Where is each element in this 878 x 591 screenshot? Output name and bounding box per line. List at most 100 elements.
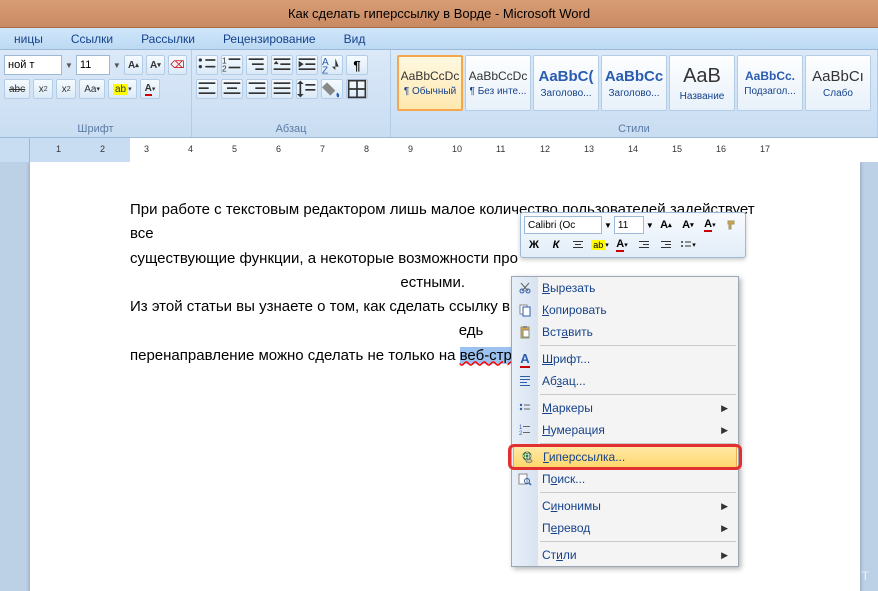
ribbon-tab[interactable]: Рассылки bbox=[127, 28, 209, 49]
context-menu-item[interactable]: Копировать bbox=[512, 299, 738, 321]
mini-toolbar[interactable]: ▼ ▼ A▴ A▾ A▾ Ж К ab▾ A▾ ▾ bbox=[520, 212, 746, 258]
context-menu-label: Копировать bbox=[542, 303, 607, 317]
mini-italic[interactable]: К bbox=[546, 236, 566, 254]
grow-font-button[interactable]: A▴ bbox=[124, 55, 143, 75]
ribbon-tab[interactable]: ницы bbox=[0, 28, 57, 49]
justify-button[interactable] bbox=[271, 79, 293, 99]
bullets-button[interactable] bbox=[196, 55, 218, 75]
ruler-number: 6 bbox=[276, 144, 281, 154]
decrease-indent-button[interactable] bbox=[271, 55, 293, 75]
clear-formatting-button[interactable]: ⌫ bbox=[168, 55, 187, 75]
font-name-combo[interactable] bbox=[4, 55, 62, 75]
context-menu[interactable]: Вырезать Копировать Вставить AШрифт...Абзац… bbox=[511, 276, 739, 567]
mini-increase-indent[interactable] bbox=[656, 236, 676, 254]
style-preview: AaBbCı bbox=[812, 68, 864, 85]
borders-button[interactable] bbox=[346, 79, 368, 99]
ruler-number: 7 bbox=[320, 144, 325, 154]
style-item[interactable]: AaBbCcЗаголово... bbox=[601, 55, 667, 111]
dropdown-icon[interactable]: ▼ bbox=[646, 221, 654, 230]
align-right-button[interactable] bbox=[246, 79, 268, 99]
align-center-button[interactable] bbox=[221, 79, 243, 99]
style-item[interactable]: AaBНазвание bbox=[669, 55, 735, 111]
context-menu-label: Шрифт... bbox=[542, 352, 590, 366]
style-item[interactable]: AaBbCıСлабо bbox=[805, 55, 871, 111]
increase-indent-button[interactable] bbox=[296, 55, 318, 75]
svg-text:2: 2 bbox=[519, 431, 523, 437]
svg-text:2: 2 bbox=[222, 64, 227, 74]
styles-gallery[interactable]: AaBbCcDc¶ ОбычныйAaBbCcDc¶ Без инте...Aa… bbox=[395, 53, 873, 113]
font-color-button[interactable]: A▾ bbox=[140, 79, 161, 99]
mini-decrease-indent[interactable] bbox=[634, 236, 654, 254]
ribbon-tabs-row: ницыСсылкиРассылкиРецензированиеВид bbox=[0, 28, 878, 50]
horizontal-ruler[interactable]: 3211234567891011121314151617 bbox=[30, 138, 878, 162]
dropdown-icon[interactable]: ▼ bbox=[604, 221, 612, 230]
mini-font-color[interactable]: A▾ bbox=[612, 236, 632, 254]
mini-bold[interactable]: Ж bbox=[524, 236, 544, 254]
mini-format-painter[interactable] bbox=[722, 216, 742, 234]
context-menu-item[interactable]: Гиперссылка... bbox=[513, 446, 737, 468]
context-menu-item[interactable]: Вырезать bbox=[512, 277, 738, 299]
align-left-button[interactable] bbox=[196, 79, 218, 99]
mini-bullets[interactable]: ▾ bbox=[678, 236, 698, 254]
context-menu-item[interactable]: Абзац... bbox=[512, 370, 738, 392]
context-menu-separator bbox=[540, 541, 736, 542]
style-preview: AaBbCcDc bbox=[401, 69, 460, 83]
shading-button[interactable] bbox=[321, 79, 343, 99]
bullets-icon bbox=[516, 399, 534, 417]
context-menu-item[interactable]: AШрифт... bbox=[512, 348, 738, 370]
ribbon-tab[interactable]: Рецензирование bbox=[209, 28, 330, 49]
text-line: существующие функции, а некоторые возмож… bbox=[130, 250, 518, 267]
style-item[interactable]: AaBbCc.Подзагол... bbox=[737, 55, 803, 111]
context-menu-item[interactable]: Стили▶ bbox=[512, 544, 738, 566]
multilevel-list-button[interactable] bbox=[246, 55, 268, 75]
style-item[interactable]: AaBbC( Заголово... bbox=[533, 55, 599, 111]
mini-styles[interactable]: A▾ bbox=[700, 216, 720, 234]
font-size-combo[interactable] bbox=[76, 55, 110, 75]
submenu-arrow-icon: ▶ bbox=[721, 425, 728, 436]
superscript-button[interactable]: x2 bbox=[56, 79, 76, 99]
highlight-color-button[interactable]: ab▾ bbox=[108, 79, 137, 99]
style-name: Заголово... bbox=[541, 88, 592, 99]
change-case-button[interactable]: Aa▾ bbox=[79, 79, 105, 99]
dropdown-icon[interactable]: ▼ bbox=[65, 61, 73, 70]
ruler-number: 16 bbox=[716, 144, 726, 154]
sort-button[interactable]: AZ bbox=[321, 55, 343, 75]
mini-grow-font[interactable]: A▴ bbox=[656, 216, 676, 234]
ruler-number: 9 bbox=[408, 144, 413, 154]
context-menu-separator bbox=[540, 443, 736, 444]
context-menu-label: Нумерация bbox=[542, 423, 605, 437]
context-menu-item[interactable]: Вставить bbox=[512, 321, 738, 343]
context-menu-item[interactable]: Синонимы▶ bbox=[512, 495, 738, 517]
numbering-button[interactable]: 12 bbox=[221, 55, 243, 75]
hyperlink-icon bbox=[518, 448, 536, 466]
watermark-text: FREE-OFFICE.NET bbox=[748, 569, 870, 583]
mini-highlight[interactable]: ab▾ bbox=[590, 236, 610, 254]
strikethrough-button[interactable]: abє bbox=[4, 79, 30, 99]
svg-text:Z: Z bbox=[322, 65, 328, 75]
mini-font-name[interactable] bbox=[524, 216, 602, 234]
style-preview: AaBbC( bbox=[539, 68, 594, 85]
context-menu-item[interactable]: 12Нумерация▶ bbox=[512, 419, 738, 441]
mini-font-size[interactable] bbox=[614, 216, 644, 234]
ribbon-tab[interactable]: Ссылки bbox=[57, 28, 127, 49]
ruler-area: 3211234567891011121314151617 bbox=[0, 138, 878, 162]
style-item[interactable]: AaBbCcDc ¶ Обычный bbox=[397, 55, 463, 111]
ribbon-tab[interactable]: Вид bbox=[330, 28, 380, 49]
style-item[interactable]: AaBbCcDc¶ Без инте... bbox=[465, 55, 531, 111]
shrink-font-button[interactable]: A▾ bbox=[146, 55, 165, 75]
show-marks-button[interactable]: ¶ bbox=[346, 55, 368, 75]
dropdown-icon[interactable]: ▼ bbox=[113, 61, 121, 70]
subscript-button[interactable]: x2 bbox=[33, 79, 53, 99]
line-spacing-button[interactable] bbox=[296, 79, 318, 99]
mini-shrink-font[interactable]: A▾ bbox=[678, 216, 698, 234]
context-menu-label: Вставить bbox=[542, 325, 593, 339]
mini-center[interactable] bbox=[568, 236, 588, 254]
context-menu-item[interactable]: Маркеры▶ bbox=[512, 397, 738, 419]
ruler-number: 15 bbox=[672, 144, 682, 154]
text-line: перенаправление можно сделать не только … bbox=[130, 347, 460, 364]
context-menu-item[interactable]: Поиск... bbox=[512, 468, 738, 490]
style-name: ¶ Обычный bbox=[404, 86, 456, 97]
context-menu-item[interactable]: Перевод▶ bbox=[512, 517, 738, 539]
ruler-number: 2 bbox=[100, 144, 105, 154]
style-preview: AaBbCc bbox=[605, 68, 663, 85]
